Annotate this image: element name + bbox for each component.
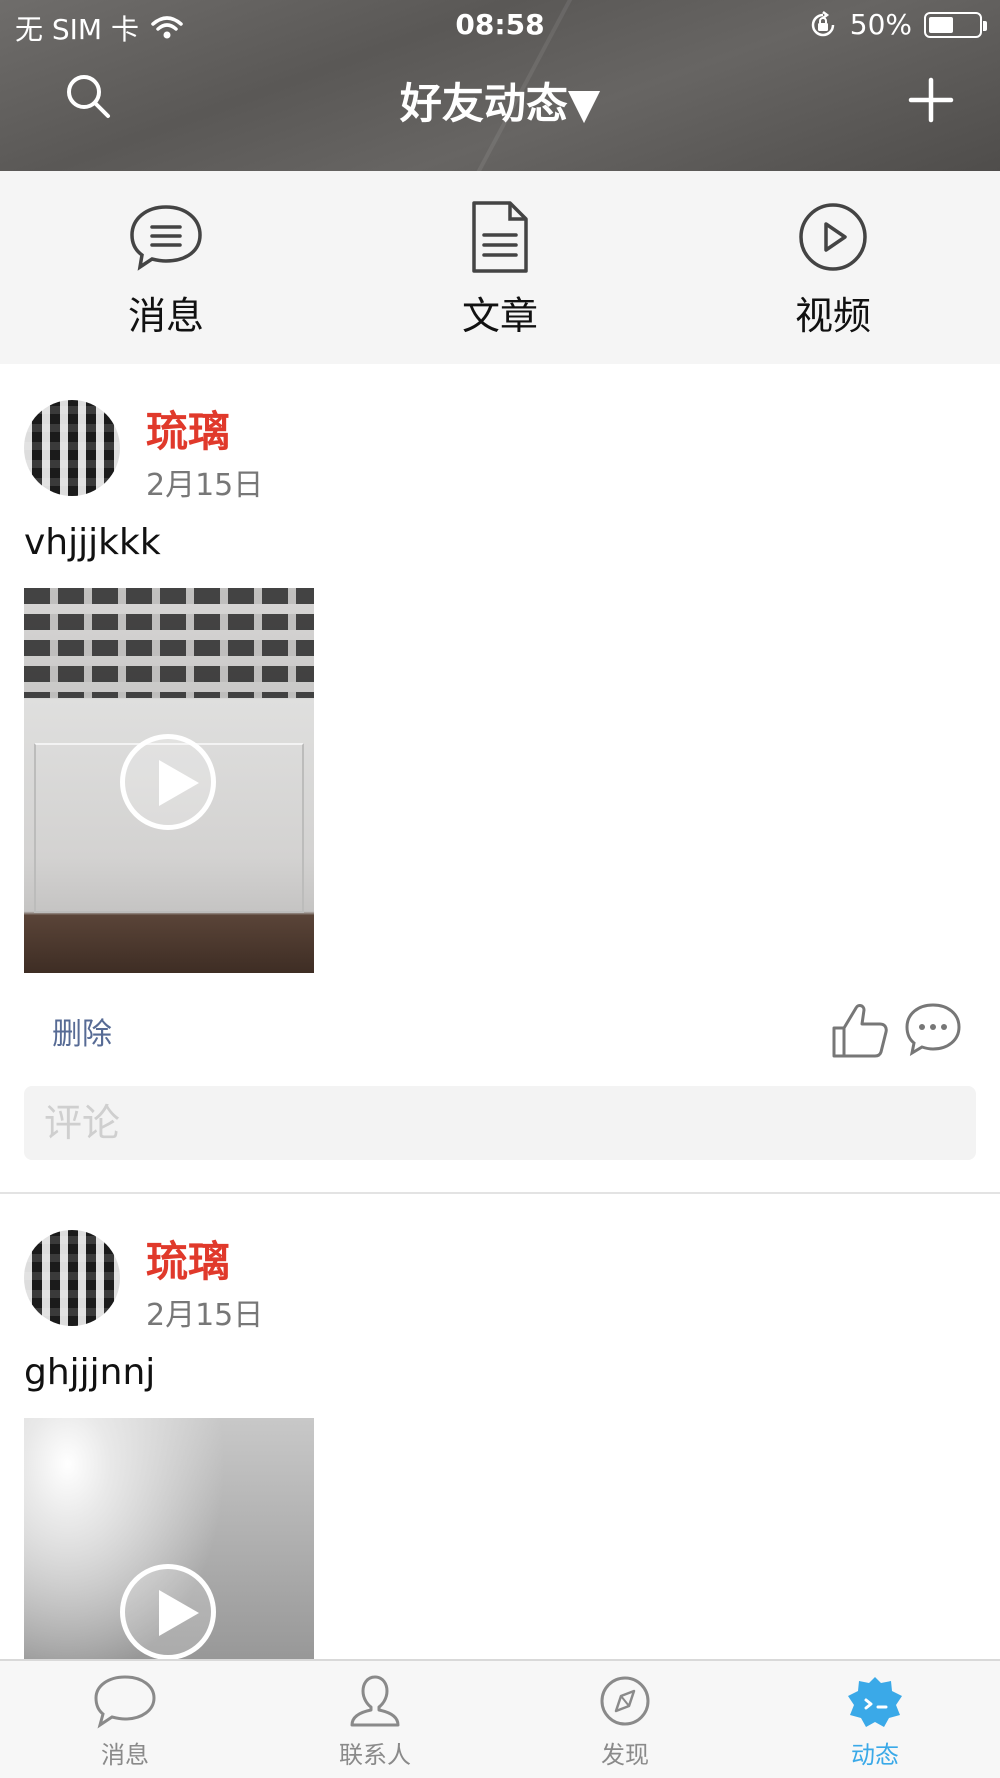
category-articles[interactable]: 文章 xyxy=(400,201,600,340)
chat-bubble-icon xyxy=(130,205,202,271)
post-date: 2月15日 xyxy=(146,1298,264,1333)
category-videos[interactable]: 视频 xyxy=(733,201,933,340)
header: 无 SIM 卡 08:58 50% 好友动态▼ xyxy=(0,0,1000,171)
thumbs-up-icon[interactable] xyxy=(830,1000,890,1060)
feed-filter-title[interactable]: 好友动态▼ xyxy=(0,70,1000,131)
keyboard-image xyxy=(24,588,314,698)
post-text: ghjjjnnj xyxy=(24,1352,156,1393)
tab-label: 联系人 xyxy=(339,1741,411,1769)
tab-discover[interactable]: 发现 xyxy=(550,1673,700,1770)
tab-label: 动态 xyxy=(851,1741,899,1769)
play-icon[interactable] xyxy=(120,1564,216,1659)
category-label: 视频 xyxy=(794,294,871,338)
tab-messages[interactable]: 消息 xyxy=(50,1673,200,1770)
tab-feed[interactable]: 动态 xyxy=(800,1673,950,1770)
post-author[interactable]: 琉璃 xyxy=(146,398,230,459)
feed-icon xyxy=(848,1677,902,1727)
comment-icon[interactable] xyxy=(904,1002,962,1056)
video-thumbnail[interactable] xyxy=(24,588,314,973)
document-icon xyxy=(472,201,528,273)
chat-bubble-icon xyxy=(94,1675,156,1729)
post-author[interactable]: 琉璃 xyxy=(146,1228,230,1289)
plus-icon[interactable] xyxy=(905,74,957,126)
feed-post: 琉璃 2月15日 ghjjjnnj xyxy=(0,1194,1000,1659)
feed-list[interactable]: 琉璃 2月15日 vhjjjkkk 删除 琉璃 2月15日 ghjjjnnj xyxy=(0,364,1000,1659)
category-label: 文章 xyxy=(461,294,538,338)
compass-icon xyxy=(600,1676,650,1726)
feed-post: 琉璃 2月15日 vhjjjkkk 删除 xyxy=(0,364,1000,1194)
play-icon[interactable] xyxy=(120,734,216,830)
battery-text: 50% xyxy=(849,8,912,41)
avatar[interactable] xyxy=(24,400,120,496)
status-bar: 无 SIM 卡 08:58 50% xyxy=(0,0,1000,50)
tab-bar: 消息 联系人 发现 动态 xyxy=(0,1659,1000,1778)
post-text: vhjjjkkk xyxy=(24,522,161,563)
video-thumbnail[interactable] xyxy=(24,1418,314,1659)
rotation-lock-icon xyxy=(811,10,835,36)
play-circle-icon xyxy=(799,203,867,271)
comment-input[interactable] xyxy=(24,1086,976,1160)
category-messages[interactable]: 消息 xyxy=(66,201,266,340)
navigation-bar: 好友动态▼ xyxy=(0,60,1000,140)
category-label: 消息 xyxy=(127,294,204,338)
post-date: 2月15日 xyxy=(146,468,264,503)
battery-icon xyxy=(924,11,987,38)
person-icon xyxy=(350,1675,400,1727)
tab-contacts[interactable]: 联系人 xyxy=(300,1673,450,1770)
avatar[interactable] xyxy=(24,1230,120,1326)
delete-link[interactable]: 删除 xyxy=(52,1009,112,1053)
tab-label: 消息 xyxy=(101,1741,149,1769)
category-row: 消息 文章 视频 xyxy=(0,171,1000,364)
tab-label: 发现 xyxy=(601,1741,649,1769)
status-right: 50% xyxy=(808,8,987,41)
